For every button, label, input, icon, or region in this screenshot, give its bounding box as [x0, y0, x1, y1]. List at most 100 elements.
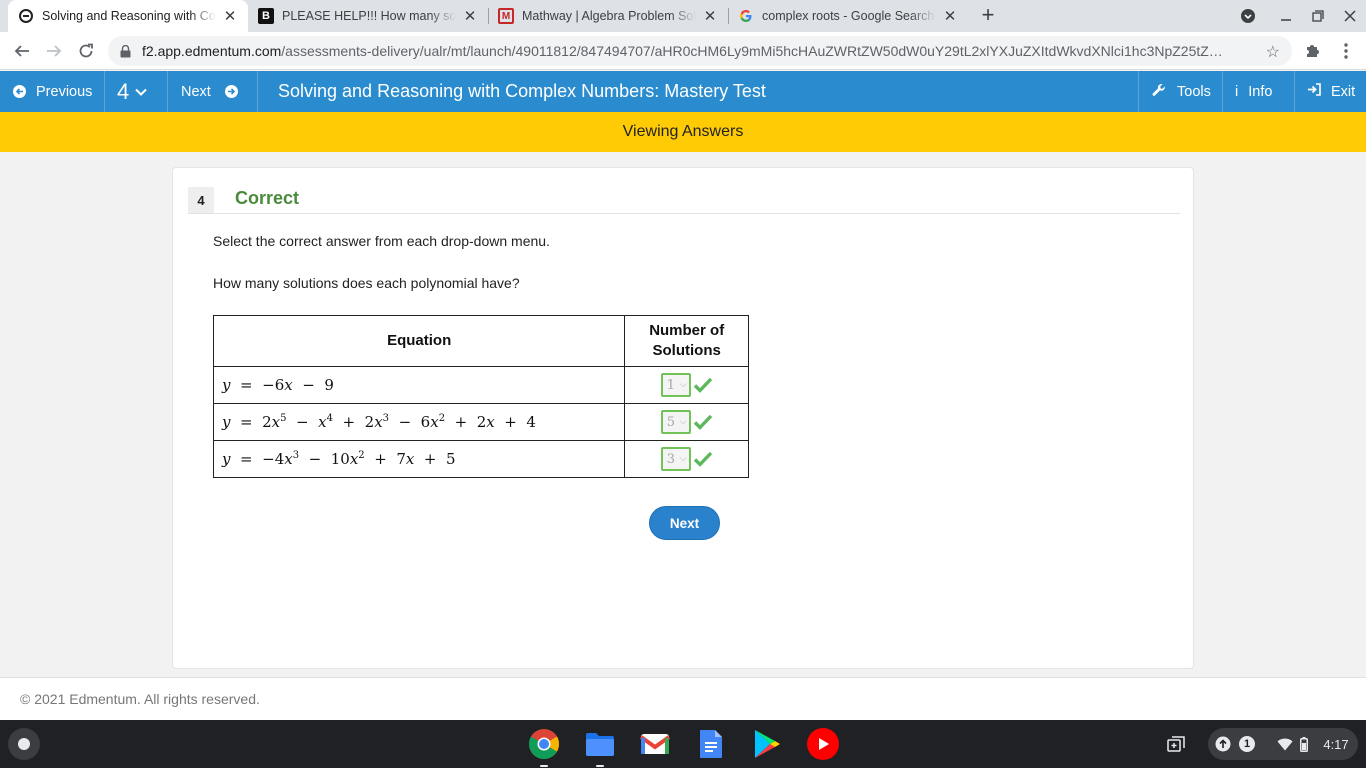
close-icon[interactable]: ✕	[222, 7, 238, 25]
table-row: y = −6x − 9 1 ⌵	[212, 366, 749, 404]
forward-icon[interactable]	[40, 37, 68, 65]
answer-status: Correct	[235, 188, 300, 208]
lock-icon	[120, 44, 134, 58]
files-icon[interactable]	[583, 727, 617, 767]
notification-count-badge: 1	[1238, 734, 1256, 754]
wifi-icon	[1276, 734, 1294, 754]
close-icon[interactable]: ✕	[462, 7, 478, 25]
column-header-solutions: Number of Solutions	[624, 315, 749, 367]
browser-tab-strip: Solving and Reasoning with Complex Numbe…	[0, 0, 1366, 32]
answer-cell-3: 3 ⌵	[624, 440, 749, 478]
polynomial-table: Equation Number of Solutions y = −6x − 9 …	[212, 315, 749, 478]
selected-value: 5	[666, 414, 675, 430]
chevron-down-icon	[135, 84, 147, 100]
minimize-icon[interactable]	[1270, 0, 1302, 32]
close-window-icon[interactable]	[1334, 0, 1366, 32]
upload-icon	[1214, 734, 1232, 754]
chevron-down-icon: ⌵	[679, 454, 687, 464]
reload-icon[interactable]	[72, 37, 100, 65]
chevron-down-icon: ⌵	[679, 417, 687, 427]
answer-cell-1: 1 ⌵	[624, 366, 749, 404]
new-tab-button[interactable]: +	[976, 4, 1000, 28]
question-prompt: How many solutions does each polynomial …	[213, 275, 520, 291]
brainly-icon: B	[258, 8, 274, 24]
tab-search-icon[interactable]	[1232, 0, 1264, 32]
solutions-dropdown-3[interactable]: 3 ⌵	[660, 447, 691, 471]
extensions-puzzle-icon[interactable]	[1300, 39, 1324, 63]
os-shelf: 1 4:17	[0, 720, 1366, 768]
previous-label: Previous	[36, 83, 93, 100]
next-question-button[interactable]: Next	[649, 506, 720, 540]
browser-menu-icon[interactable]	[1334, 39, 1358, 63]
equation-2: y = 2x5 − x4 + 2x3 − 6x2 + 2x + 4	[212, 403, 626, 441]
close-icon[interactable]: ✕	[702, 7, 718, 25]
restore-icon[interactable]	[1302, 0, 1334, 32]
next-label: Next	[181, 83, 211, 100]
question-number: 4	[117, 78, 130, 104]
info-icon: i	[1235, 83, 1239, 100]
next-header-button[interactable]: Next	[168, 71, 258, 112]
tab-title: PLEASE HELP!!! How many solutions	[282, 9, 456, 23]
tab-title: Solving and Reasoning with Complex Numbe…	[42, 9, 216, 23]
launcher-button[interactable]	[8, 728, 40, 760]
table-row: y = −4x3 − 10x2 + 7x + 5 3 ⌵	[212, 440, 749, 478]
launcher-icon	[18, 738, 30, 750]
equation-1: y = −6x − 9	[212, 366, 626, 404]
copyright-text: © 2021 Edmentum. All rights reserved.	[20, 691, 260, 707]
tab-mathway[interactable]: M Mathway | Algebra Problem Solver ✕	[488, 0, 728, 32]
column-header-equation: Equation	[212, 315, 626, 367]
table-row: y = 2x5 − x4 + 2x3 − 6x2 + 2x + 4 5 ⌵	[212, 403, 749, 441]
address-bar[interactable]: f2.app.edmentum.com/assessments-delivery…	[108, 36, 1292, 66]
tools-label: Tools	[1177, 83, 1211, 100]
previous-button[interactable]: Previous	[0, 71, 105, 112]
question-card: 4 Correct Select the correct answer from…	[172, 167, 1194, 669]
url-path: /assessments-delivery/ualr/mt/launch/490…	[281, 43, 1223, 59]
youtube-icon[interactable]	[806, 727, 840, 761]
equation-3: y = −4x3 − 10x2 + 7x + 5	[212, 440, 626, 478]
docs-icon[interactable]	[694, 727, 728, 761]
gmail-icon[interactable]	[638, 727, 672, 761]
bookmark-star-icon[interactable]: ☆	[1266, 42, 1280, 62]
mathway-icon: M	[498, 8, 514, 24]
solutions-dropdown-1[interactable]: 1 ⌵	[660, 373, 691, 397]
url-host: f2.app.edmentum.com	[142, 43, 282, 59]
selected-value: 1	[666, 377, 675, 393]
divider	[188, 213, 1180, 214]
back-icon[interactable]	[8, 37, 36, 65]
previous-arrow-icon	[13, 85, 26, 98]
tab-title: Mathway | Algebra Problem Solver	[522, 9, 696, 23]
banner-text: Viewing Answers	[622, 123, 744, 140]
play-store-icon[interactable]	[750, 727, 784, 761]
assessment-header: Previous 4 Next Solving and Reasoning wi…	[0, 71, 1366, 112]
info-button[interactable]: i Info	[1222, 71, 1294, 112]
viewing-answers-banner: Viewing Answers	[0, 112, 1366, 152]
chevron-down-icon: ⌵	[679, 380, 687, 390]
solutions-dropdown-2[interactable]: 5 ⌵	[660, 410, 691, 434]
url-text: f2.app.edmentum.com/assessments-delivery…	[142, 43, 1242, 59]
answer-cell-2: 5 ⌵	[624, 403, 749, 441]
instruction-text: Select the correct answer from each drop…	[213, 233, 550, 249]
question-selector[interactable]: 4	[105, 71, 168, 112]
tab-brainly[interactable]: B PLEASE HELP!!! How many solutions ✕	[248, 0, 488, 32]
close-icon[interactable]: ✕	[942, 7, 958, 25]
browser-toolbar: f2.app.edmentum.com/assessments-delivery…	[0, 32, 1366, 70]
selected-value: 3	[666, 451, 675, 467]
tools-button[interactable]: Tools	[1138, 71, 1222, 112]
table-header-row: Equation Number of Solutions	[212, 315, 749, 367]
system-tray: 1 4:17	[1160, 720, 1366, 768]
tab-title: complex roots - Google Search	[762, 9, 935, 23]
tab-google[interactable]: complex roots - Google Search ✕	[728, 0, 968, 32]
edmentum-icon	[18, 8, 34, 24]
holding-space-icon[interactable]	[1166, 734, 1186, 754]
next-arrow-icon	[224, 85, 238, 98]
clock-time: 4:17	[1323, 736, 1349, 752]
checkmark-icon	[693, 451, 712, 467]
chrome-icon[interactable]	[527, 727, 561, 767]
info-label: Info	[1248, 83, 1273, 100]
exit-icon	[1307, 83, 1321, 100]
checkmark-icon	[693, 414, 712, 430]
exit-button[interactable]: Exit	[1294, 71, 1366, 112]
question-number-badge: 4	[188, 187, 214, 213]
wrench-icon	[1152, 83, 1166, 101]
tab-edmentum[interactable]: Solving and Reasoning with Complex Numbe…	[8, 0, 248, 32]
